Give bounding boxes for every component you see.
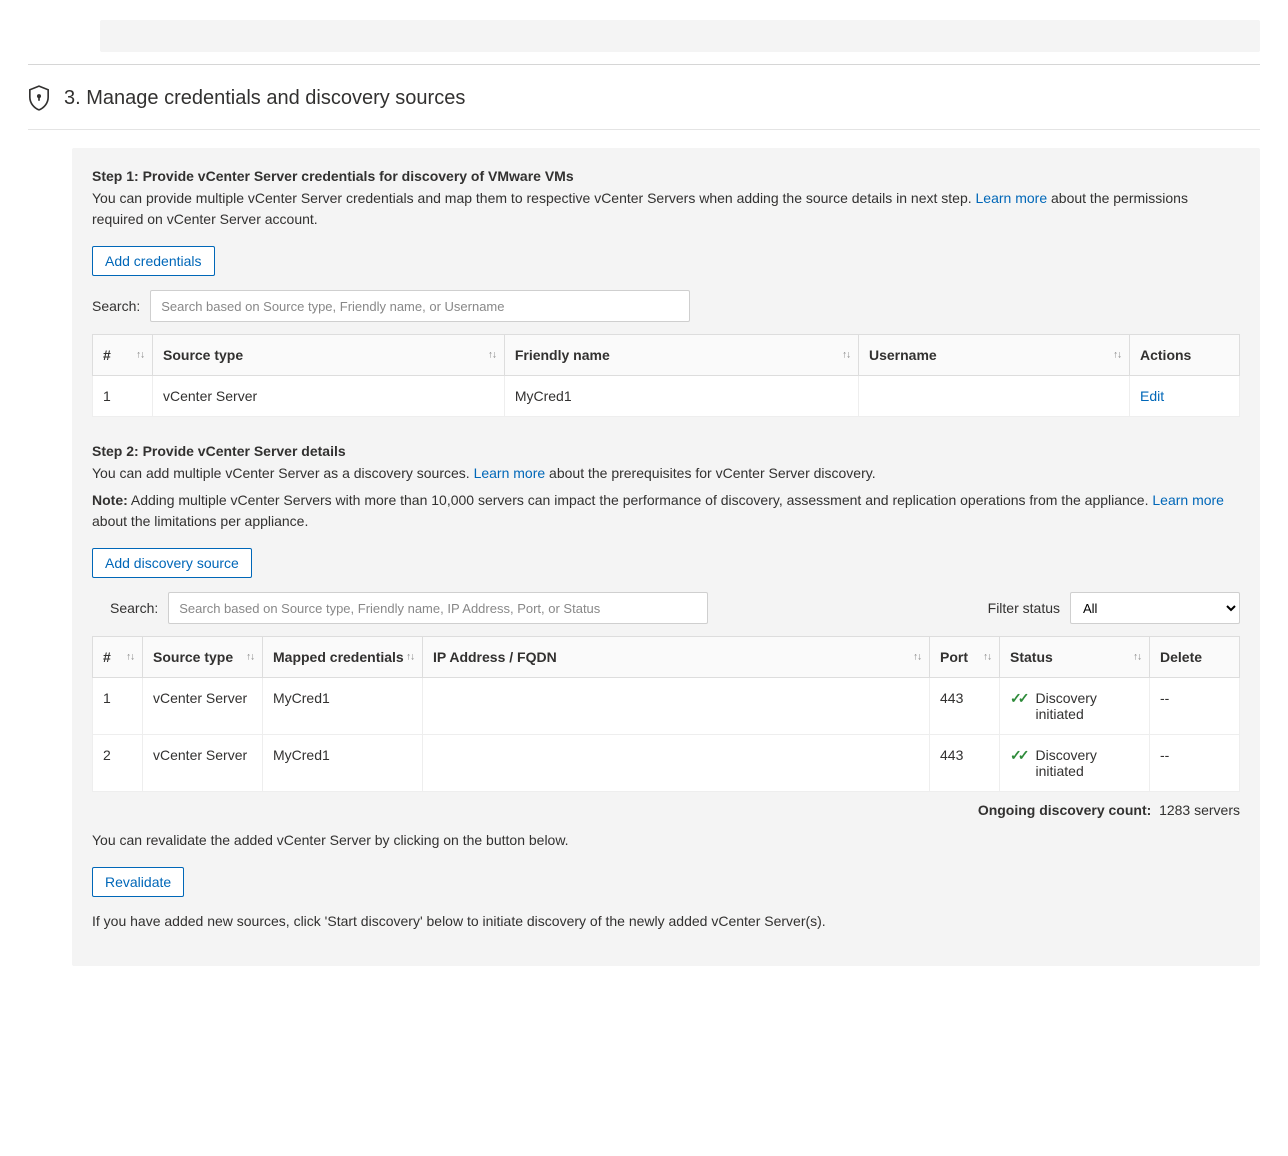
sort-icon: ↑↓ [406,652,414,663]
sort-icon: ↑↓ [1113,350,1121,361]
step1-description: You can provide multiple vCenter Server … [92,188,1240,230]
cell-delete: -- [1150,735,1240,792]
table-row: 1 vCenter Server MyCred1 Edit [93,376,1240,417]
edit-link[interactable]: Edit [1140,388,1164,404]
panel: Step 1: Provide vCenter Server credentia… [72,148,1260,966]
cell-source-type: vCenter Server [143,735,263,792]
table-row: 2 vCenter Server MyCred1 443 ✓✓ Discover… [93,735,1240,792]
discovery-count-row: Ongoing discovery count: 1283 servers [92,802,1240,818]
col-status[interactable]: Status↑↓ [1000,637,1150,678]
note-label: Note: [92,492,128,508]
col-source-type[interactable]: Source type↑↓ [143,637,263,678]
double-check-icon: ✓✓ [1010,747,1025,764]
revalidate-text: You can revalidate the added vCenter Ser… [92,830,1240,851]
cell-username [858,376,1129,417]
note-pre: Adding multiple vCenter Servers with mor… [128,492,1153,508]
table-header-row: #↑↓ Source type↑↓ Mapped credentials↑↓ I… [93,637,1240,678]
step2-description: You can add multiple vCenter Server as a… [92,463,1240,484]
top-rule [28,64,1260,65]
col-num[interactable]: #↑↓ [93,335,153,376]
sources-table: #↑↓ Source type↑↓ Mapped credentials↑↓ I… [92,636,1240,792]
step1-block: Step 1: Provide vCenter Server credentia… [92,168,1240,417]
cell-status: ✓✓ Discovery initiated [1000,735,1150,792]
step1-search-input[interactable] [150,290,690,322]
sort-icon: ↑↓ [246,652,254,663]
cell-status: ✓✓ Discovery initiated [1000,678,1150,735]
step2-search-input[interactable] [168,592,708,624]
col-source-type[interactable]: Source type↑↓ [153,335,505,376]
status-text: Discovery initiated [1035,690,1139,722]
step2-note-learn-more-link[interactable]: Learn more [1152,492,1224,508]
cell-mapped-credentials: MyCred1 [263,678,423,735]
status-text: Discovery initiated [1035,747,1139,779]
col-actions: Actions [1130,335,1240,376]
step1-search-label: Search: [92,298,140,314]
cell-source-type: vCenter Server [143,678,263,735]
cell-delete: -- [1150,678,1240,735]
step2-note: Note: Adding multiple vCenter Servers wi… [92,490,1240,532]
sort-icon: ↑↓ [983,652,991,663]
step2-search-row: Search: Filter status All [92,592,1240,624]
cell-port: 443 [930,735,1000,792]
cell-action: Edit [1130,376,1240,417]
step2-learn-more-link[interactable]: Learn more [474,465,546,481]
cell-num: 2 [93,735,143,792]
sort-icon: ↑↓ [126,652,134,663]
sort-icon: ↑↓ [842,350,850,361]
step2-title: Step 2: Provide vCenter Server details [92,443,1240,459]
cell-num: 1 [93,376,153,417]
step2-desc-post: about the prerequisites for vCenter Serv… [545,465,875,481]
credentials-table: #↑↓ Source type↑↓ Friendly name↑↓ Userna… [92,334,1240,417]
cell-mapped-credentials: MyCred1 [263,735,423,792]
sort-icon: ↑↓ [488,350,496,361]
sort-icon: ↑↓ [1133,652,1141,663]
section-header: 3. Manage credentials and discovery sour… [28,85,1260,130]
note-post: about the limitations per appliance. [92,513,308,529]
col-num[interactable]: #↑↓ [93,637,143,678]
add-discovery-source-button[interactable]: Add discovery source [92,548,252,578]
top-bar-placeholder [100,20,1260,52]
cell-friendly-name: MyCred1 [504,376,858,417]
col-username[interactable]: Username↑↓ [858,335,1129,376]
discovery-count-value: 1283 servers [1159,802,1240,818]
filter-status-label: Filter status [988,600,1060,616]
step1-title: Step 1: Provide vCenter Server credentia… [92,168,1240,184]
step2-search-label: Search: [110,600,158,616]
table-row: 1 vCenter Server MyCred1 443 ✓✓ Discover… [93,678,1240,735]
cell-ip [423,735,930,792]
add-credentials-button[interactable]: Add credentials [92,246,215,276]
section-title: 3. Manage credentials and discovery sour… [64,87,465,110]
start-discovery-text: If you have added new sources, click 'St… [92,911,1240,932]
revalidate-button[interactable]: Revalidate [92,867,184,897]
step2-block: Step 2: Provide vCenter Server details Y… [92,443,1240,932]
step1-learn-more-link[interactable]: Learn more [976,190,1048,206]
sort-icon: ↑↓ [136,350,144,361]
col-friendly-name[interactable]: Friendly name↑↓ [504,335,858,376]
step1-search-row: Search: [92,290,1240,322]
col-ip[interactable]: IP Address / FQDN↑↓ [423,637,930,678]
step2-desc-pre: You can add multiple vCenter Server as a… [92,465,474,481]
discovery-count-label: Ongoing discovery count: [978,802,1151,818]
sort-icon: ↑↓ [913,652,921,663]
col-mapped-credentials[interactable]: Mapped credentials↑↓ [263,637,423,678]
col-port[interactable]: Port↑↓ [930,637,1000,678]
cell-source-type: vCenter Server [153,376,505,417]
table-header-row: #↑↓ Source type↑↓ Friendly name↑↓ Userna… [93,335,1240,376]
cell-port: 443 [930,678,1000,735]
filter-status-select[interactable]: All [1070,592,1240,624]
step1-desc-pre: You can provide multiple vCenter Server … [92,190,976,206]
col-delete: Delete [1150,637,1240,678]
cell-num: 1 [93,678,143,735]
cell-ip [423,678,930,735]
shield-lock-icon [28,85,50,111]
double-check-icon: ✓✓ [1010,690,1025,707]
